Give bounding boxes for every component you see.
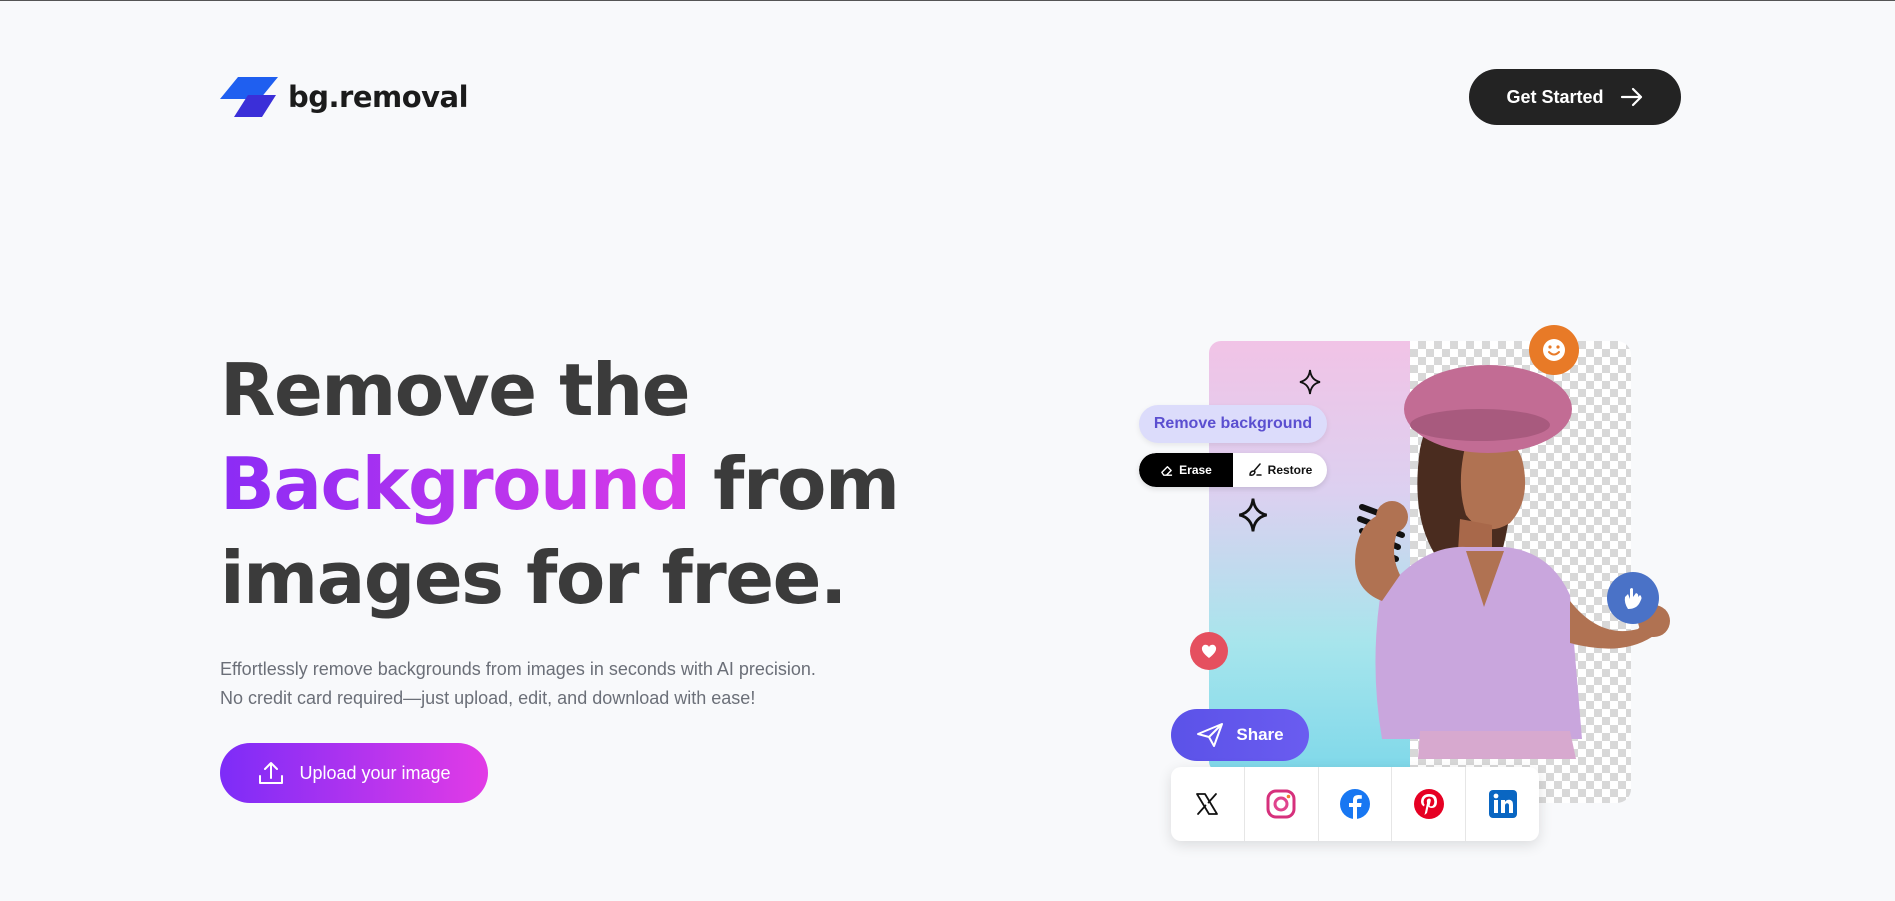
social-share-bar [1171, 767, 1539, 841]
arrow-right-icon [1620, 87, 1642, 107]
remove-background-chip[interactable]: Remove background [1139, 405, 1327, 443]
share-instagram[interactable] [1245, 767, 1319, 841]
brush-icon [1248, 463, 1262, 476]
parallelogram-logo-icon [220, 77, 278, 117]
erase-label: Erase [1179, 463, 1212, 477]
upload-icon [259, 762, 284, 784]
brand-logo[interactable]: bg.removal [220, 75, 469, 119]
headline-line-1: Remove the [220, 348, 691, 432]
headline-line-2-rest: from [689, 442, 900, 526]
instagram-icon [1266, 789, 1296, 819]
heart-reaction [1190, 632, 1228, 670]
hero-section: Remove the Background from images for fr… [220, 343, 920, 803]
subtitle-line-1: Effortlessly remove backgrounds from ima… [220, 659, 816, 679]
erase-restore-toggle[interactable]: Erase Restore [1139, 453, 1327, 487]
share-x[interactable] [1171, 767, 1245, 841]
top-nav: bg.removal Get Started [220, 69, 1681, 125]
hero-headline: Remove the Background from images for fr… [220, 343, 920, 625]
upload-image-button[interactable]: Upload your image [220, 743, 488, 803]
sparkle-icon [1239, 498, 1267, 532]
sparkle-icon [1299, 369, 1321, 395]
share-label: Share [1236, 725, 1284, 744]
hand-icon [1624, 588, 1642, 609]
share-button[interactable]: Share [1171, 709, 1309, 761]
headline-accent: Background [220, 442, 691, 526]
x-icon [1196, 793, 1219, 815]
get-started-label: Get Started [1506, 86, 1604, 107]
eraser-icon [1161, 465, 1173, 476]
smile-icon [1543, 339, 1565, 361]
restore-label: Restore [1267, 463, 1313, 477]
share-pinterest[interactable] [1392, 767, 1467, 841]
send-icon [1197, 723, 1224, 747]
share-linkedin[interactable] [1466, 767, 1539, 841]
upload-label: Upload your image [299, 762, 451, 783]
brand-name: bg.removal [288, 80, 469, 114]
subtitle-line-2: No credit card required—just upload, edi… [220, 688, 756, 708]
pinterest-icon [1413, 789, 1444, 819]
linkedin-icon [1488, 790, 1517, 818]
hero-illustration: Remove background Erase Restore Share [1130, 321, 1690, 861]
share-facebook[interactable] [1319, 767, 1393, 841]
restore-toggle[interactable]: Restore [1233, 453, 1327, 487]
heart-icon [1201, 644, 1217, 658]
facebook-icon [1339, 789, 1370, 819]
hero-subtitle: Effortlessly remove backgrounds from ima… [220, 655, 920, 713]
woman-cutout-image [1355, 365, 1670, 759]
erase-toggle[interactable]: Erase [1139, 453, 1233, 487]
get-started-button[interactable]: Get Started [1469, 69, 1681, 125]
headline-line-2: Background from [220, 437, 920, 531]
headline-line-3: images for free. [220, 536, 847, 620]
smile-reaction [1529, 325, 1579, 375]
hand-reaction [1607, 572, 1659, 624]
